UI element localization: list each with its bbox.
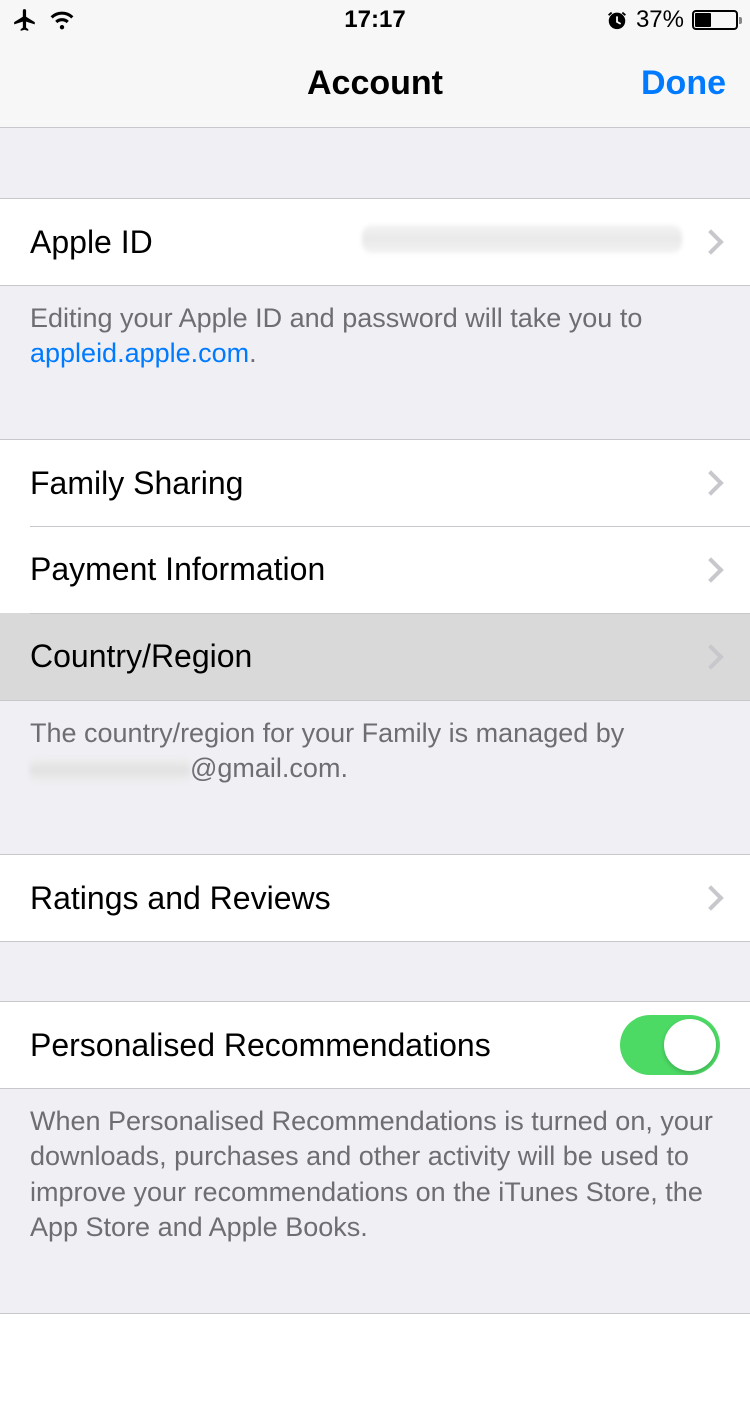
- chevron-right-icon: [698, 470, 723, 495]
- country-region-label: Country/Region: [30, 638, 252, 675]
- nav-bar: Account Done: [0, 40, 750, 128]
- chevron-right-icon: [698, 229, 723, 254]
- country-region-row[interactable]: Country/Region: [0, 613, 750, 701]
- ratings-reviews-label: Ratings and Reviews: [30, 880, 331, 917]
- redacted-email-prefix: [30, 758, 190, 782]
- apple-id-footer: Editing your Apple ID and password will …: [0, 285, 750, 399]
- personalised-recommendations-label: Personalised Recommendations: [30, 1027, 491, 1064]
- done-button[interactable]: Done: [641, 64, 726, 103]
- chevron-right-icon: [698, 557, 723, 582]
- page-title: Account: [307, 64, 443, 103]
- apple-id-value: [153, 224, 682, 261]
- status-time: 17:17: [344, 6, 405, 34]
- chevron-right-icon: [698, 886, 723, 911]
- family-sharing-label: Family Sharing: [30, 465, 243, 502]
- airplane-mode-icon: [12, 7, 38, 33]
- chevron-right-icon: [698, 644, 723, 669]
- alarm-icon: [606, 9, 628, 31]
- payment-info-label: Payment Information: [30, 551, 325, 588]
- ratings-reviews-row[interactable]: Ratings and Reviews: [0, 854, 750, 942]
- personalised-recommendations-row: Personalised Recommendations: [0, 1001, 750, 1089]
- status-bar: 17:17 37%: [0, 0, 750, 40]
- personalised-recommendations-toggle[interactable]: [620, 1015, 720, 1075]
- country-region-footer: The country/region for your Family is ma…: [0, 700, 750, 814]
- battery-percentage: 37%: [636, 6, 684, 34]
- apple-id-label: Apple ID: [30, 224, 153, 261]
- wifi-icon: [48, 9, 76, 31]
- payment-info-row[interactable]: Payment Information: [0, 526, 750, 614]
- family-sharing-row[interactable]: Family Sharing: [0, 439, 750, 527]
- apple-id-row[interactable]: Apple ID: [0, 198, 750, 286]
- next-row-peek[interactable]: [0, 1313, 750, 1401]
- appleid-link[interactable]: appleid.apple.com: [30, 338, 249, 368]
- battery-icon: [692, 10, 738, 30]
- personalised-recommendations-footer: When Personalised Recommendations is tur…: [0, 1088, 750, 1272]
